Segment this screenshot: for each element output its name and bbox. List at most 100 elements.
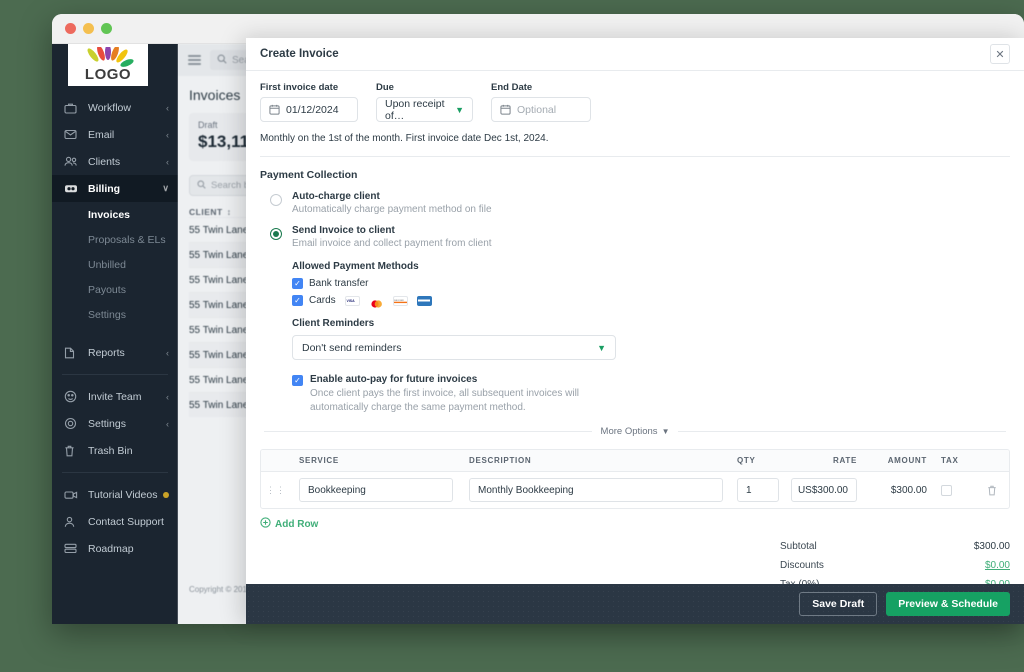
plus-circle-icon (260, 517, 271, 531)
sidebar-item-tutorial-videos[interactable]: Tutorial Videos (52, 481, 178, 508)
invoice-search-placeholder: Search b (211, 180, 250, 191)
row-client: 55 Twin Lane (189, 299, 249, 311)
row-client: 55 Twin Lane (189, 399, 249, 411)
delete-row-button[interactable] (975, 485, 1009, 496)
sidebar-item-trash-bin[interactable]: Trash Bin (52, 437, 178, 464)
client-reminders-select[interactable]: Don't send reminders ▼ (292, 335, 616, 360)
first-invoice-date-value: 01/12/2024 (286, 103, 339, 116)
envelope-icon (64, 128, 80, 142)
sidebar-item-email[interactable]: Email ‹ (52, 121, 178, 148)
first-invoice-date-input[interactable]: 01/12/2024 (260, 97, 358, 122)
sidebar-sublabel: Invoices (88, 208, 131, 221)
users-icon (64, 155, 80, 169)
checkbox-bank-transfer[interactable]: ✓ Bank transfer (292, 272, 1010, 289)
due-select[interactable]: Upon receipt of… ▼ (376, 97, 473, 122)
rate-input[interactable]: US$300.00 (791, 478, 857, 502)
sidebar-item-billing[interactable]: Billing ∨ (52, 175, 178, 202)
app-logo[interactable]: LOGO (68, 44, 148, 86)
end-date-input[interactable]: Optional (491, 97, 591, 122)
radio-button[interactable] (270, 194, 282, 206)
tax-checkbox[interactable] (941, 484, 952, 496)
close-icon[interactable]: ✕ (990, 44, 1010, 64)
sidebar-item-reports[interactable]: Reports ‹ (52, 339, 178, 366)
sidebar-item-invite-team[interactable]: Invite Team ‹ (52, 383, 178, 410)
total-line-subtotal: Subtotal $300.00 (780, 537, 1010, 556)
checkbox-checked-icon[interactable]: ✓ (292, 278, 303, 289)
sidebar-label: Invite Team (88, 390, 142, 403)
description-cell: Monthly Bookkeeping (461, 478, 731, 502)
hamburger-menu-icon[interactable] (188, 52, 201, 67)
person-icon (64, 515, 80, 529)
checkbox-enable-autopay[interactable]: ✓ Enable auto-pay for future invoices On… (292, 360, 1010, 414)
sidebar-subitem-proposals[interactable]: Proposals & ELs (52, 227, 178, 252)
sidebar-label: Reports (88, 346, 125, 359)
search-icon (197, 179, 206, 192)
briefcase-icon (64, 101, 80, 115)
svg-text:VISA: VISA (346, 299, 355, 303)
save-draft-button[interactable]: Save Draft (799, 592, 878, 616)
sidebar-sublabel: Proposals & ELs (88, 233, 166, 246)
qty-input[interactable]: 1 (737, 478, 779, 502)
client-reminders-value: Don't send reminders (302, 341, 402, 354)
minimize-window-button[interactable] (83, 23, 94, 34)
close-window-button[interactable] (65, 23, 76, 34)
checkbox-cards[interactable]: ✓ Cards VISA DISCOVER (292, 289, 1010, 308)
discounts-link[interactable]: $0.00 (985, 560, 1010, 571)
service-input[interactable]: Bookkeeping (299, 478, 453, 502)
sidebar-item-roadmap[interactable]: Roadmap (52, 535, 178, 562)
gear-icon (64, 417, 80, 431)
sort-icon: ↕ (226, 207, 232, 217)
more-options-toggle[interactable]: More Options ▼ (601, 426, 670, 437)
total-label: Discounts (780, 560, 824, 571)
sidebar-sublabel: Payouts (88, 283, 126, 296)
sidebar-item-settings[interactable]: Settings ‹ (52, 410, 178, 437)
discover-icon: DISCOVER (392, 295, 408, 306)
trash-icon (64, 444, 80, 458)
preview-schedule-button[interactable]: Preview & Schedule (886, 592, 1010, 616)
sidebar-label: Trash Bin (88, 444, 133, 457)
chevron-down-icon: ▼ (597, 342, 606, 353)
sidebar-label: Tutorial Videos (88, 488, 158, 501)
sidebar-nav: Workflow ‹ Email ‹ Clients ‹ Billing ∨ I… (52, 94, 178, 562)
sidebar-item-workflow[interactable]: Workflow ‹ (52, 94, 178, 121)
chevron-left-icon: ‹ (166, 418, 169, 429)
sidebar-subitem-unbilled[interactable]: Unbilled (52, 252, 178, 277)
column-rate: RATE (833, 456, 857, 465)
billing-icon (64, 182, 80, 196)
radio-text-group: Send Invoice to client Email invoice and… (292, 225, 492, 249)
radio-button-selected[interactable] (270, 228, 282, 240)
add-row-button[interactable]: Add Row (260, 509, 1010, 531)
payment-collection-title: Payment Collection (260, 169, 358, 181)
radio-desc: Email invoice and collect payment from c… (292, 238, 492, 249)
modal-title: Create Invoice (260, 48, 339, 60)
sidebar-subitem-settings[interactable]: Settings (52, 302, 178, 327)
checkbox-checked-icon[interactable]: ✓ (292, 375, 303, 386)
sidebar-label: Roadmap (88, 542, 134, 555)
amount-value: $300.00 (890, 484, 927, 496)
mastercard-icon (368, 295, 384, 308)
drag-handle-icon[interactable]: ⋮⋮ (261, 485, 291, 496)
description-input[interactable]: Monthly Bookkeeping (469, 478, 723, 502)
radio-option-send-invoice[interactable]: Send Invoice to client Email invoice and… (260, 215, 1010, 249)
more-options-label: More Options (600, 426, 658, 437)
zoom-window-button[interactable] (101, 23, 112, 34)
radio-option-auto-charge[interactable]: Auto-charge client Automatically charge … (260, 181, 1010, 215)
sidebar-item-contact-support[interactable]: Contact Support (52, 508, 178, 535)
line-items-table: SERVICE DESCRIPTION QTY RATE AMOUNT TAX … (260, 449, 1010, 509)
checkbox-label: Bank transfer (309, 278, 369, 289)
sidebar-subitem-invoices[interactable]: Invoices (52, 202, 178, 227)
total-label: Subtotal (780, 541, 817, 552)
sidebar-label: Contact Support (88, 515, 164, 528)
sidebar-subitem-payouts[interactable]: Payouts (52, 277, 178, 302)
checkbox-checked-icon[interactable]: ✓ (292, 295, 303, 306)
add-row-label: Add Row (275, 518, 319, 530)
checkbox-label: Cards (309, 295, 336, 306)
amex-icon (416, 295, 432, 306)
line-items-header: SERVICE DESCRIPTION QTY RATE AMOUNT TAX (261, 450, 1009, 472)
sidebar-item-clients[interactable]: Clients ‹ (52, 148, 178, 175)
total-value: $300.00 (973, 541, 1010, 552)
chevron-left-icon: ‹ (166, 156, 169, 167)
more-options-row[interactable]: More Options ▼ (260, 414, 1010, 437)
autopay-desc: Once client pays the first invoice, all … (310, 388, 580, 413)
due-group: Due Upon receipt of… ▼ (376, 82, 473, 122)
